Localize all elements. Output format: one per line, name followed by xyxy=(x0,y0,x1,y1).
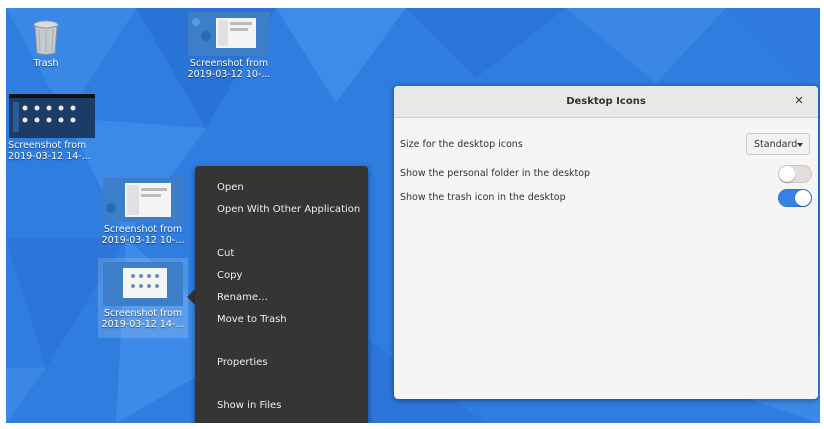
setting-label-personal-folder: Show the personal folder in the desktop xyxy=(400,168,591,179)
desktop-icon-label: Screenshot from 2019-03-12 14-... xyxy=(8,140,91,162)
trash-icon xyxy=(33,20,59,55)
dialog-title: Desktop Icons xyxy=(566,96,646,107)
screenshot-thumbnail xyxy=(103,262,183,306)
desktop-icon-screenshot[interactable]: Screenshot from 2019-03-12 14-... xyxy=(6,94,98,162)
desktop-icon-screenshot[interactable]: Screenshot from 2019-03-12 10-... xyxy=(186,12,272,80)
switch-knob xyxy=(779,166,795,182)
desktop-icon-label: Screenshot from 2019-03-12 10-... xyxy=(101,224,185,246)
menu-item-copy[interactable]: Copy xyxy=(195,266,368,286)
trash-icon-switch[interactable] xyxy=(778,189,812,207)
chevron-down-icon xyxy=(797,143,803,147)
desktop-icon-screenshot[interactable]: Screenshot from 2019-03-12 10-... xyxy=(100,178,186,246)
desktop-icon-label: Screenshot from 2019-03-12 10-... xyxy=(187,58,271,80)
menu-item-cut[interactable]: Cut xyxy=(195,244,368,264)
switch-knob xyxy=(795,190,811,206)
menu-item-open[interactable]: Open xyxy=(195,178,368,198)
menu-item-properties[interactable]: Properties xyxy=(195,353,368,373)
desktop-icons-dialog: Desktop Icons ✕ Size for the desktop ico… xyxy=(394,86,818,399)
setting-label-icon-size: Size for the desktop icons xyxy=(400,139,523,150)
menu-item-open-with[interactable]: Open With Other Application xyxy=(195,200,368,220)
desktop-icon-label: Screenshot from 2019-03-12 14-... xyxy=(101,308,185,330)
desktop-icon-screenshot-selected[interactable]: Screenshot from 2019-03-12 14-... xyxy=(98,258,188,338)
icon-size-dropdown[interactable]: Standard xyxy=(746,133,810,155)
setting-label-trash-icon: Show the trash icon in the desktop xyxy=(400,192,566,203)
context-menu-arrow xyxy=(187,289,195,305)
desktop[interactable]: Trash Screenshot from 2019-03-12 10-... xyxy=(6,8,820,423)
personal-folder-switch[interactable] xyxy=(778,165,812,183)
menu-item-rename[interactable]: Rename… xyxy=(195,288,368,308)
menu-item-show-in-files[interactable]: Show in Files xyxy=(195,396,368,416)
icon-size-value: Standard xyxy=(754,139,798,150)
screenshot-thumbnail xyxy=(188,12,270,56)
close-icon[interactable]: ✕ xyxy=(792,94,806,108)
screenshot-thumbnail xyxy=(9,94,95,138)
menu-item-move-to-trash[interactable]: Move to Trash xyxy=(195,310,368,330)
desktop-icon-trash[interactable]: Trash xyxy=(16,20,76,69)
context-menu: Open Open With Other Application Cut Cop… xyxy=(195,166,368,423)
screenshot-thumbnail xyxy=(103,178,183,222)
dialog-header: Desktop Icons ✕ xyxy=(394,86,818,118)
desktop-icon-label: Trash xyxy=(33,58,59,69)
